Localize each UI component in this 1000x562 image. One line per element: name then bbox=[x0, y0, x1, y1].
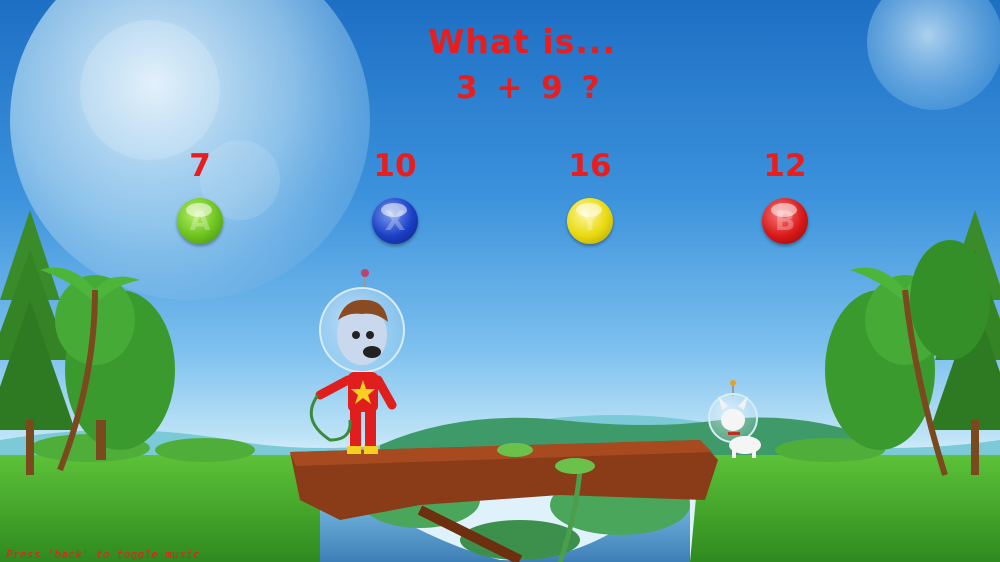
answer-value: 7 bbox=[189, 148, 211, 184]
b-button-icon[interactable]: B bbox=[762, 198, 808, 244]
answer-option-a[interactable]: 7 A bbox=[150, 151, 250, 244]
question-expression: 3 + 9 ? bbox=[456, 70, 601, 106]
music-toggle-hint: Press 'back' to toggle music bbox=[6, 548, 200, 561]
answer-value: 12 bbox=[763, 148, 807, 184]
y-button-icon[interactable]: Y bbox=[567, 198, 613, 244]
button-letter: X bbox=[384, 205, 406, 237]
question-title: What is... bbox=[428, 22, 616, 61]
button-letter: Y bbox=[580, 205, 600, 237]
ground-left bbox=[0, 455, 330, 562]
answer-option-y[interactable]: 16 Y bbox=[540, 151, 640, 244]
answer-option-b[interactable]: 12 B bbox=[735, 151, 835, 244]
x-button-icon[interactable]: X bbox=[372, 198, 418, 244]
trees-right bbox=[825, 210, 1000, 476]
answer-value: 16 bbox=[568, 148, 612, 184]
ground-right bbox=[690, 455, 1000, 562]
planet-right bbox=[867, 0, 1000, 110]
answer-option-x[interactable]: 10 X bbox=[345, 151, 445, 244]
a-button-icon[interactable]: A bbox=[177, 198, 223, 244]
button-letter: B bbox=[774, 205, 796, 237]
game-scene: What is... 3 + 9 ? 7 A 10 X 16 Y 12 B Pr… bbox=[0, 0, 1000, 562]
astronaut-boy bbox=[309, 269, 405, 454]
answer-value: 10 bbox=[373, 148, 417, 184]
button-letter: A bbox=[189, 205, 211, 237]
